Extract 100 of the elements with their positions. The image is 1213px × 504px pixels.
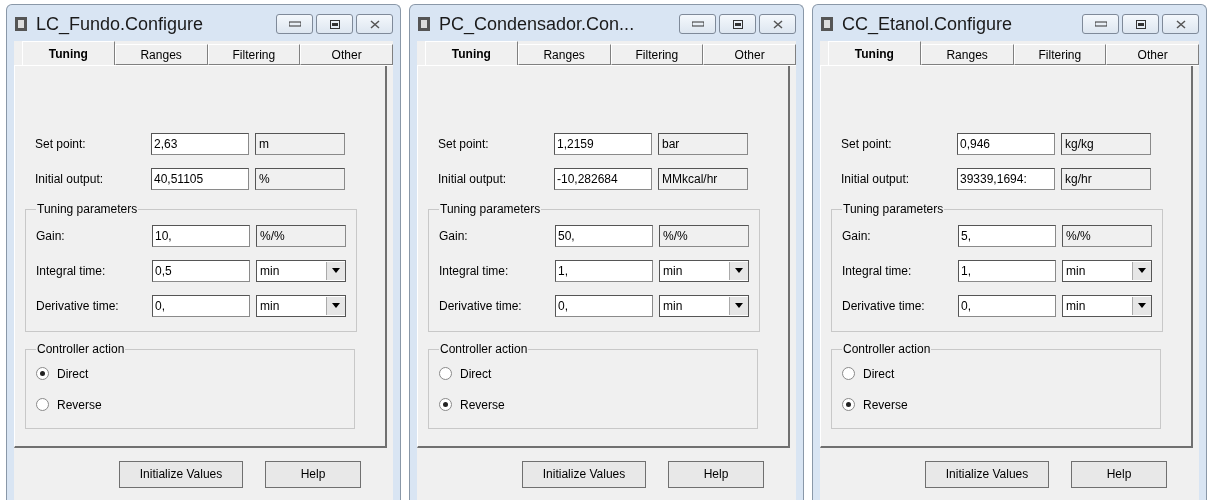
close-icon	[1175, 19, 1186, 29]
input-field[interactable]: 1,	[555, 259, 653, 282]
input-field[interactable]: 0,	[958, 294, 1056, 317]
field-label: Derivative time:	[36, 298, 120, 313]
unit-field: kg/kg	[1061, 132, 1151, 155]
maximize-icon	[329, 19, 340, 29]
unit-dropdown[interactable]: min	[1062, 294, 1152, 317]
radio-icon[interactable]	[36, 398, 49, 411]
dialog-button[interactable]: Initialize Values	[925, 460, 1049, 488]
radio-icon[interactable]	[439, 367, 452, 380]
field-label: Integral time:	[842, 263, 913, 278]
field-label: Integral time:	[439, 263, 510, 278]
tab[interactable]: Other	[703, 44, 796, 65]
dialog-button[interactable]: Initialize Values	[522, 460, 646, 488]
group-title: Controller action	[842, 342, 932, 356]
tab[interactable]: Other	[1106, 44, 1199, 65]
unit-field: MMkcal/hr	[658, 167, 748, 190]
unit-dropdown[interactable]: min	[1062, 259, 1152, 282]
input-field[interactable]: 1,2159	[554, 132, 652, 155]
input-field[interactable]: 0,5	[152, 259, 250, 282]
close-button[interactable]	[759, 14, 796, 34]
input-field[interactable]: 0,946	[957, 132, 1055, 155]
caret-icon	[1138, 268, 1146, 273]
radio-option[interactable]: Reverse	[439, 389, 747, 420]
unit-dropdown[interactable]: min	[659, 294, 749, 317]
dialog-button[interactable]: Help	[265, 460, 361, 488]
close-button[interactable]	[1162, 14, 1199, 34]
field-label: Initial output:	[35, 171, 105, 186]
tab[interactable]: Ranges	[114, 44, 208, 65]
tab[interactable]: Ranges	[920, 44, 1014, 65]
input-field[interactable]: 5,	[958, 224, 1056, 247]
tab[interactable]: Filtering	[1013, 44, 1107, 65]
unit-dropdown[interactable]: min	[256, 259, 346, 282]
field-label: Initial output:	[841, 171, 911, 186]
app-icon	[417, 16, 431, 32]
radio-icon[interactable]	[842, 398, 855, 411]
window-title: CC_Etanol.Configure	[842, 13, 1014, 35]
input-field[interactable]: 2,63	[151, 132, 249, 155]
group-title: Tuning parameters	[439, 202, 542, 216]
tab[interactable]: Ranges	[517, 44, 611, 65]
group-title: Controller action	[36, 342, 126, 356]
window-title: LC_Fundo.Configure	[36, 13, 205, 35]
radio-option[interactable]: Direct	[36, 358, 344, 389]
radio-icon[interactable]	[439, 398, 452, 411]
tab[interactable]: Filtering	[207, 44, 301, 65]
dialog-button[interactable]: Help	[668, 460, 764, 488]
unit-field: kg/hr	[1061, 167, 1151, 190]
input-field[interactable]: 40,51105	[151, 167, 249, 190]
tab[interactable]: Filtering	[610, 44, 704, 65]
field-label: Derivative time:	[439, 298, 523, 313]
dialog-button[interactable]: Initialize Values	[119, 460, 243, 488]
radio-option[interactable]: Reverse	[36, 389, 344, 420]
input-field[interactable]: -10,282684	[554, 167, 652, 190]
group-title: Tuning parameters	[842, 202, 945, 216]
unit-field: %/%	[659, 224, 749, 247]
dialog-button[interactable]: Help	[1071, 460, 1167, 488]
window-title: PC_Condensador.Con...	[439, 13, 636, 35]
minimize-icon	[691, 21, 704, 27]
input-field[interactable]: 0,	[555, 294, 653, 317]
input-field[interactable]: 10,	[152, 224, 250, 247]
field-label: Set point:	[841, 136, 893, 151]
close-icon	[369, 19, 380, 29]
radio-icon[interactable]	[36, 367, 49, 380]
tab[interactable]: Other	[300, 44, 393, 65]
radio-option[interactable]: Direct	[439, 358, 747, 389]
close-button[interactable]	[356, 14, 393, 34]
maximize-button[interactable]	[316, 14, 353, 34]
maximize-icon	[1135, 19, 1146, 29]
input-field[interactable]: 0,	[152, 294, 250, 317]
field-label: Gain:	[36, 228, 66, 243]
unit-field: %	[255, 167, 345, 190]
minimize-icon	[1094, 21, 1107, 27]
field-label: Set point:	[35, 136, 87, 151]
tab[interactable]: Tuning	[828, 41, 921, 65]
field-label: Derivative time:	[842, 298, 926, 313]
field-label: Initial output:	[438, 171, 508, 186]
unit-field: %/%	[1062, 224, 1152, 247]
maximize-button[interactable]	[719, 14, 756, 34]
field-label: Set point:	[438, 136, 490, 151]
field-label: Integral time:	[36, 263, 107, 278]
radio-option[interactable]: Direct	[842, 358, 1150, 389]
caret-icon	[332, 303, 340, 308]
input-field[interactable]: 1,	[958, 259, 1056, 282]
input-field[interactable]: 39339,1694:	[957, 167, 1055, 190]
field-label: Gain:	[439, 228, 469, 243]
group-title: Controller action	[439, 342, 529, 356]
unit-field: m	[255, 132, 345, 155]
tab[interactable]: Tuning	[22, 41, 115, 65]
maximize-button[interactable]	[1122, 14, 1159, 34]
radio-icon[interactable]	[842, 367, 855, 380]
radio-option[interactable]: Reverse	[842, 389, 1150, 420]
tab[interactable]: Tuning	[425, 41, 518, 65]
caret-icon	[735, 303, 743, 308]
input-field[interactable]: 50,	[555, 224, 653, 247]
unit-field: %/%	[256, 224, 346, 247]
caret-icon	[1138, 303, 1146, 308]
unit-field: bar	[658, 132, 748, 155]
unit-dropdown[interactable]: min	[256, 294, 346, 317]
unit-dropdown[interactable]: min	[659, 259, 749, 282]
caret-icon	[735, 268, 743, 273]
